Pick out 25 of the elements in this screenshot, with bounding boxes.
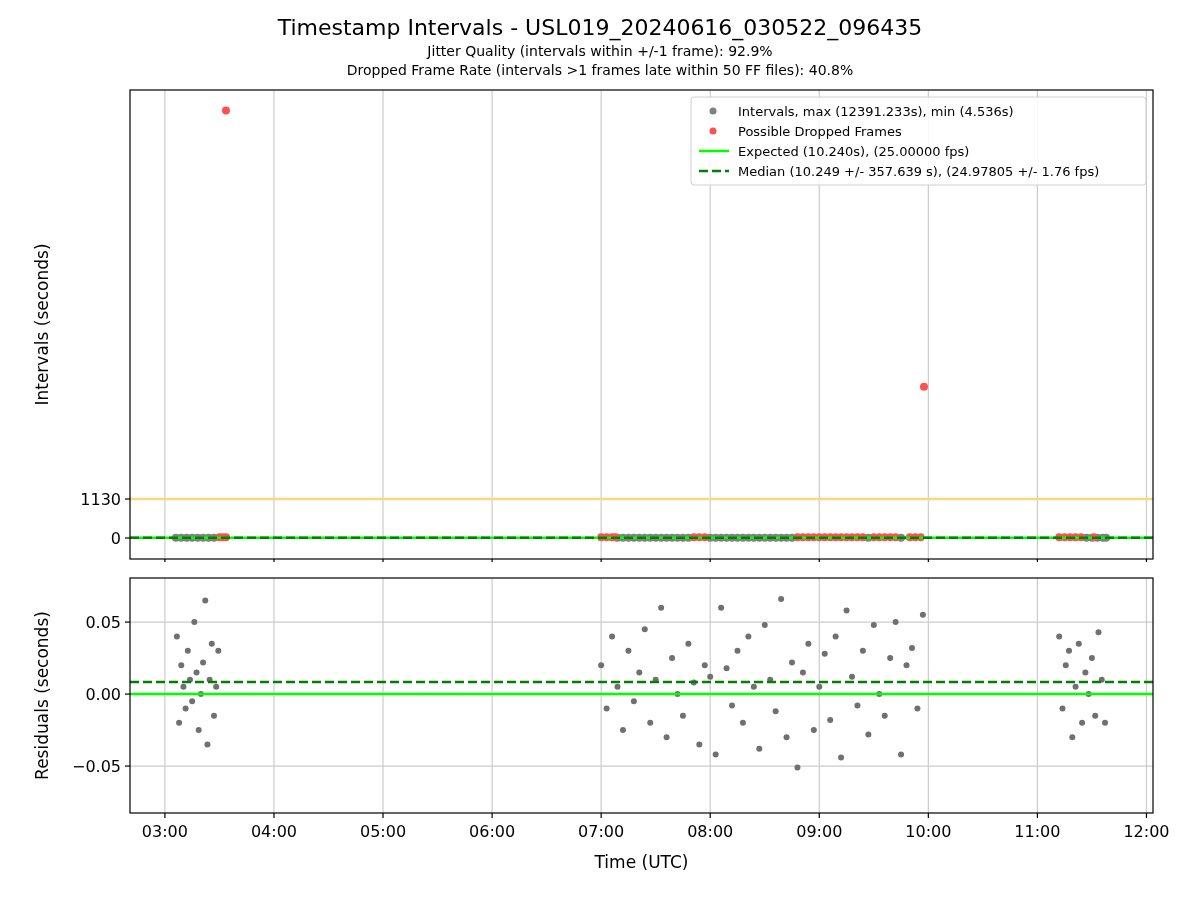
legend-label: Possible Dropped Frames <box>738 123 902 139</box>
y-tick-label: 0.00 <box>85 685 121 705</box>
y-tick-label: 0 <box>110 529 121 548</box>
x-tick-label: 11:00 <box>1014 822 1061 841</box>
y-tick-label: −0.05 <box>71 757 121 777</box>
x-axis-label: Time (UTC) <box>594 852 689 872</box>
x-tick-label: 08:00 <box>687 822 734 841</box>
x-tick-label: 09:00 <box>796 822 843 841</box>
chart-title: Timestamp Intervals - USL019_20240616_030522_096435 <box>277 14 923 42</box>
legend-label: Median (10.249 +/- 357.639 s), (24.97805 +/- 1.76 fps) <box>738 163 1100 179</box>
y-tick-label: 0.05 <box>85 613 121 633</box>
x-tick-label: 07:00 <box>578 822 625 841</box>
x-tick-label: 12:00 <box>1123 822 1170 841</box>
y-axis-label: Residuals (seconds) <box>32 611 52 780</box>
x-tick-label: 05:00 <box>359 822 407 841</box>
chart-subtitle: Dropped Frame Rate (intervals >1 frames late within 50 FF files): 40.8% <box>346 61 854 80</box>
y-tick-label: 1130 <box>80 490 121 509</box>
legend-label: Intervals, max (12391.233s), min (4.536s) <box>738 103 1014 119</box>
x-tick-label: 04:00 <box>250 822 297 841</box>
x-tick-label: 03:00 <box>141 822 188 841</box>
x-tick-label: 06:00 <box>469 822 516 841</box>
chart-subtitle: Jitter Quality (intervals within +/-1 frame): 92.9% <box>427 42 773 61</box>
legend-label: Expected (10.240s), (25.00000 fps) <box>738 143 970 159</box>
x-tick-label: 10:00 <box>905 822 952 841</box>
y-axis-label: Intervals (seconds) <box>32 243 52 406</box>
